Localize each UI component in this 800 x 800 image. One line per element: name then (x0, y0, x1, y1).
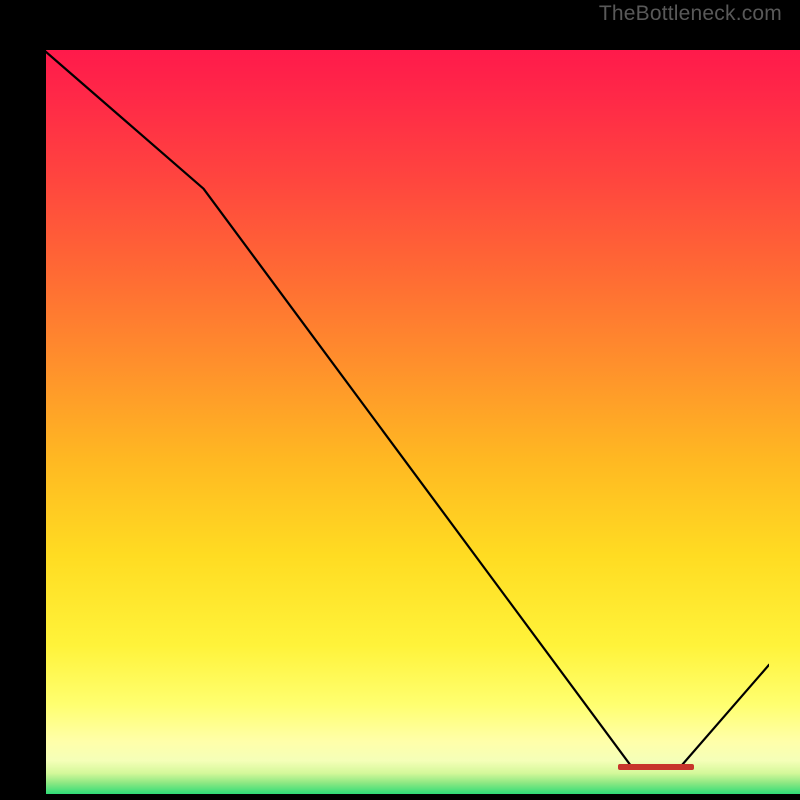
chart-frame (15, 25, 785, 785)
watermark-label: TheBottleneck.com (599, 2, 782, 26)
bottleneck-chart (46, 50, 800, 794)
gradient-background (46, 50, 800, 794)
